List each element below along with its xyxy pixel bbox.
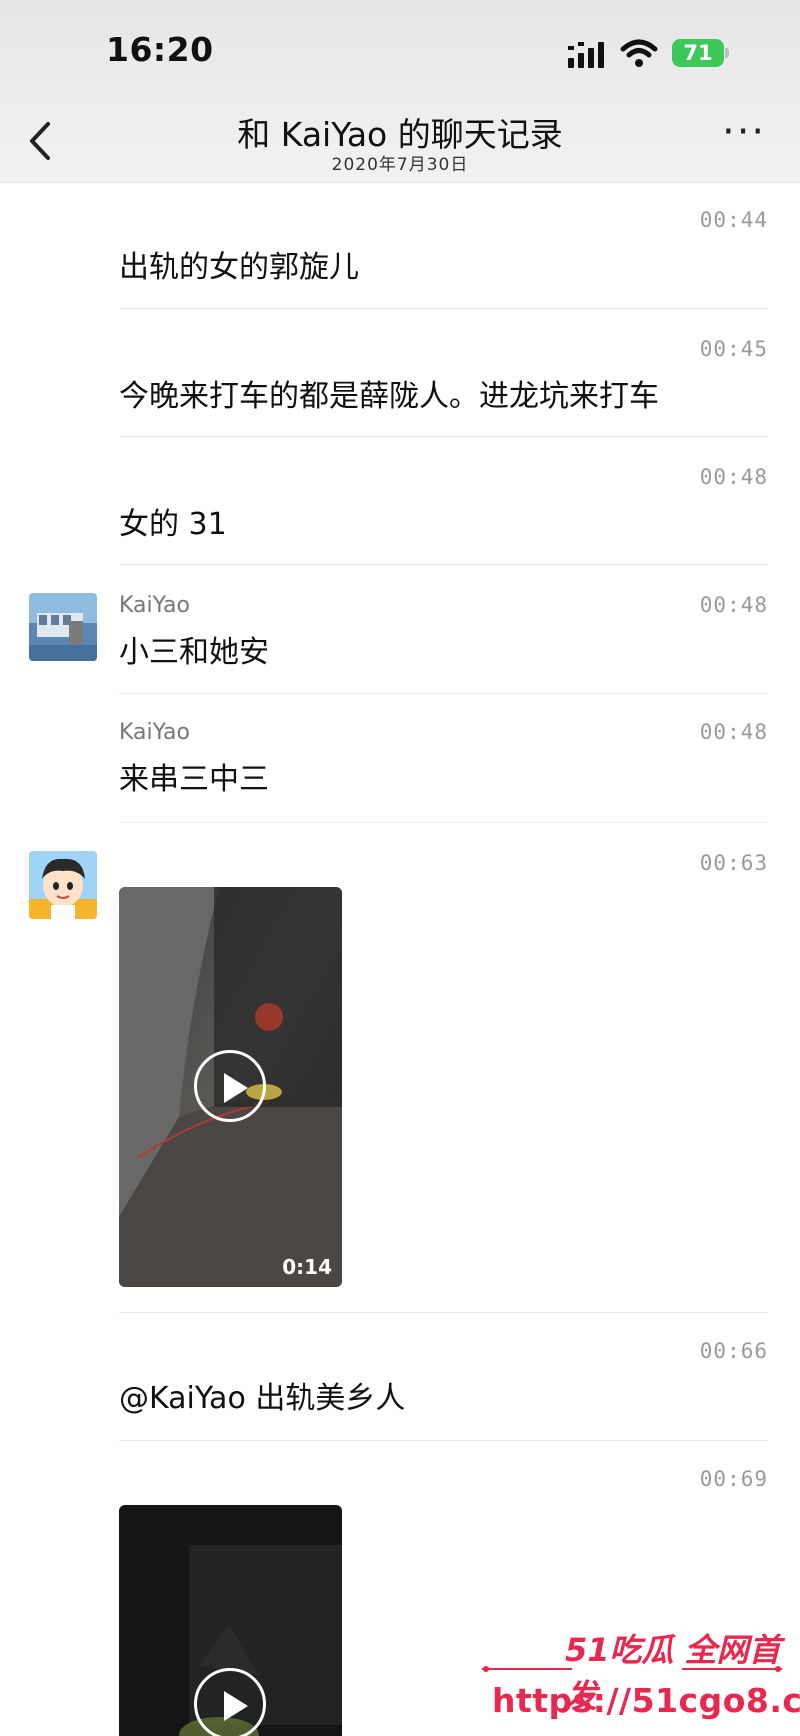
- wifi-icon: [620, 39, 658, 67]
- avatar[interactable]: [29, 851, 97, 919]
- message-row[interactable]: KaiYao 00:48 来串三中三: [0, 694, 800, 823]
- message-time: 00:66: [699, 1339, 768, 1363]
- message-row[interactable]: 00:44 出轨的女的郭旋儿: [0, 182, 800, 309]
- message-time: 00:48: [699, 720, 768, 744]
- message-time: 00:48: [699, 465, 768, 489]
- avatar[interactable]: [29, 593, 97, 661]
- header-bar: 16:20 71 和 KaiYao 的聊天记录 2020年7月30日 ···: [0, 0, 800, 183]
- message-time: 00:45: [699, 337, 768, 361]
- video-duration: 0:14: [282, 1255, 332, 1279]
- cellular-signal-icon: [568, 42, 604, 68]
- play-icon[interactable]: [194, 1050, 266, 1122]
- cartoon-boy-avatar-icon: [29, 851, 97, 919]
- sender-name: KaiYao: [119, 593, 190, 618]
- battery-icon: 71: [672, 39, 724, 67]
- watermark-url: https://51cgo8.com: [492, 1681, 800, 1720]
- message-text: 小三和她安: [119, 635, 269, 670]
- more-options-icon[interactable]: ···: [722, 112, 768, 152]
- message-row[interactable]: 00:63 0:14: [0, 823, 800, 1313]
- back-icon[interactable]: [24, 116, 60, 166]
- battery-nub: [725, 48, 729, 58]
- message-row[interactable]: KaiYao 00:48 小三和她安: [0, 565, 800, 694]
- message-row[interactable]: 00:66 @KaiYao 出轨美乡人: [0, 1313, 800, 1441]
- message-time: 00:69: [699, 1467, 768, 1491]
- play-icon[interactable]: [194, 1668, 266, 1736]
- message-time: 00:48: [699, 593, 768, 617]
- watermark-circuit-lines: [482, 1666, 782, 1672]
- chat-history-screen: 16:20 71 和 KaiYao 的聊天记录 2020年7月30日 ··· 0…: [0, 0, 800, 1736]
- message-text: 来串三中三: [119, 762, 269, 797]
- message-text: 女的 31: [119, 507, 227, 542]
- message-text: @KaiYao 出轨美乡人: [119, 1381, 406, 1416]
- video-thumbnail[interactable]: [119, 1505, 342, 1736]
- message-row[interactable]: 00:45 今晚来打车的都是薛陇人。进龙坑来打车: [0, 309, 800, 437]
- sender-name: KaiYao: [119, 720, 190, 745]
- video-thumbnail[interactable]: 0:14: [119, 887, 342, 1287]
- message-time: 00:44: [699, 208, 768, 232]
- message-text: 出轨的女的郭旋儿: [119, 250, 359, 285]
- page-title: 和 KaiYao 的聊天记录: [237, 115, 563, 154]
- message-time: 00:63: [699, 851, 768, 875]
- avatar-photo-icon: [29, 593, 97, 661]
- message-text: 今晚来打车的都是薛陇人。进龙坑来打车: [119, 379, 659, 414]
- status-time: 16:20: [106, 30, 214, 69]
- message-row[interactable]: 00:48 女的 31: [0, 437, 800, 565]
- chat-date: 2020年7月30日: [331, 155, 469, 175]
